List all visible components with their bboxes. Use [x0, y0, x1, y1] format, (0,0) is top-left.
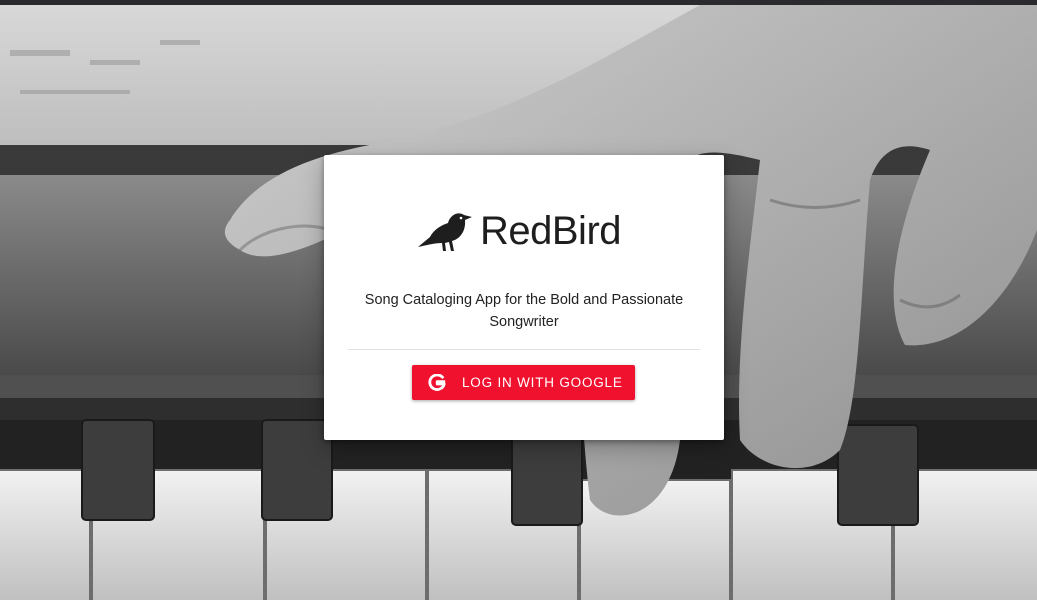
bird-icon [418, 213, 472, 251]
google-login-button[interactable]: LOG IN WITH GOOGLE [412, 365, 635, 400]
login-card: RedBird Song Cataloging App for the Bold… [324, 155, 724, 440]
app-name: RedBird [480, 209, 622, 253]
divider [348, 349, 700, 350]
app-logo: RedBird [416, 207, 622, 255]
window-top-bar [0, 0, 1037, 5]
google-icon [428, 373, 446, 391]
app-tagline: Song Cataloging App for the Bold and Pas… [364, 292, 684, 330]
google-login-label: LOG IN WITH GOOGLE [462, 375, 623, 390]
